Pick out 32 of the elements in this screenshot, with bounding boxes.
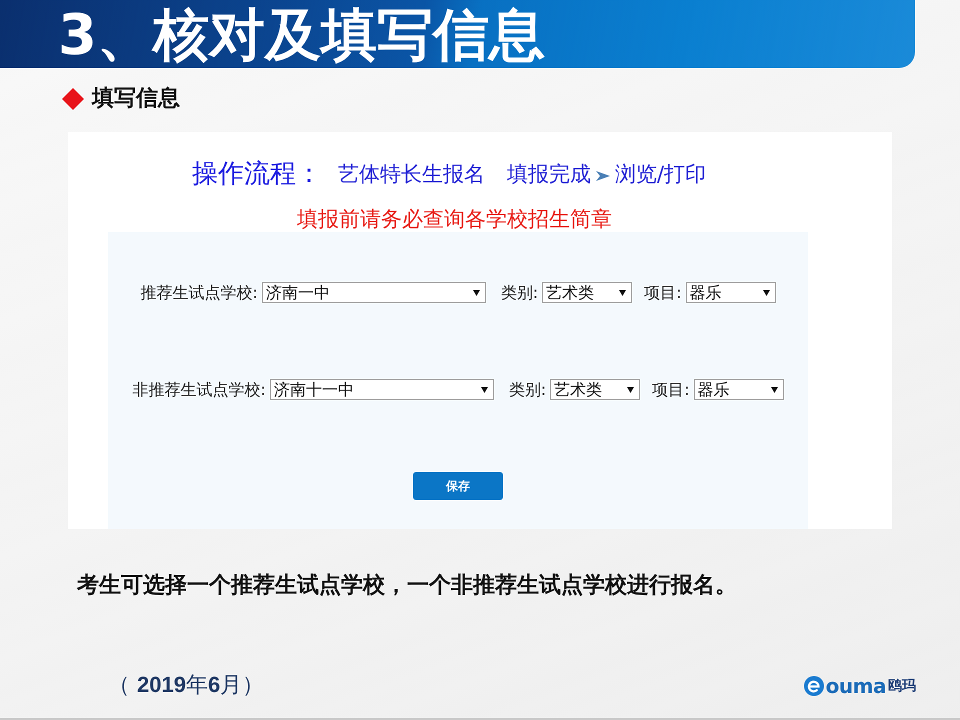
date-text: （ 2019年6月）	[108, 671, 264, 700]
instruction-text: 考生可选择一个推荐生试点学校，一个非推荐生试点学校进行报名。	[77, 571, 737, 599]
school-dropdown[interactable]: 济南十一中	[270, 379, 494, 400]
slide-title: 3、核对及填写信息	[58, 6, 545, 66]
school-dropdown[interactable]: 济南一中	[262, 282, 486, 303]
logo-icon	[804, 676, 824, 696]
field-label: 类别:	[508, 380, 546, 400]
caret-icon	[619, 290, 626, 296]
caret-icon	[770, 386, 778, 392]
item-dropdown[interactable]: 器乐	[686, 282, 776, 303]
logo-chinese-name: 鸥玛	[888, 676, 916, 694]
save-button[interactable]: 保存	[413, 472, 503, 500]
field-label: 类别:	[500, 282, 538, 302]
field-label: 非推荐生试点学校:	[132, 380, 266, 400]
process-label: 操作流程：	[192, 158, 322, 190]
category-dropdown[interactable]: 艺术类	[542, 282, 632, 303]
item-dropdown[interactable]: 器乐	[694, 379, 784, 400]
field-label: 推荐生试点学校:	[140, 282, 258, 302]
process-step: 浏览/打印	[615, 160, 706, 188]
caret-icon	[762, 290, 770, 296]
caret-icon	[480, 386, 488, 392]
section-heading: 填写信息	[92, 86, 180, 112]
field-label: 项目:	[644, 282, 682, 302]
caret-icon	[472, 290, 480, 296]
category-dropdown[interactable]: 艺术类	[550, 379, 640, 400]
logo-wordmark: ouma	[826, 674, 886, 696]
process-step: 填报完成	[507, 160, 591, 188]
field-label: 项目:	[652, 380, 690, 400]
process-step: 艺体特长生报名	[338, 160, 485, 188]
caret-icon	[627, 386, 634, 392]
notice-text: 填报前请务必查询各学校招生简章	[297, 206, 612, 232]
diamond-bullet-icon	[62, 88, 84, 110]
